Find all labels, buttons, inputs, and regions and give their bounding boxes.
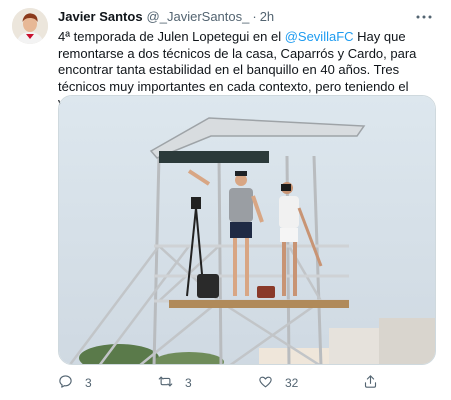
share-icon (363, 374, 378, 392)
retweet-count: 3 (185, 376, 192, 390)
author-handle[interactable]: @_JavierSantos_ (147, 8, 250, 26)
separator-dot: · (252, 9, 257, 24)
tweet-photo[interactable] (58, 95, 436, 365)
photo-tower-scene (59, 96, 435, 364)
retweet-button[interactable]: 3 (158, 374, 192, 392)
reply-icon (58, 374, 73, 392)
author-name[interactable]: Javier Santos (58, 8, 143, 26)
tweet-actions: 3 3 32 (58, 373, 388, 393)
avatar-image (12, 8, 48, 44)
reply-button[interactable]: 3 (58, 374, 92, 392)
tweet-text-before: 4ª temporada de Julen Lopetegui en el (58, 29, 285, 44)
timestamp[interactable]: 2h (260, 8, 274, 26)
avatar[interactable] (12, 8, 48, 44)
like-count: 32 (285, 376, 299, 390)
tweet[interactable]: Javier Santos @_JavierSantos_ · 2h 4ª te… (0, 0, 451, 400)
retweet-icon (158, 374, 173, 392)
like-button[interactable]: 32 (258, 374, 298, 392)
mention-link[interactable]: @SevillaFC (285, 29, 354, 44)
reply-count: 3 (85, 376, 92, 390)
tweet-header: Javier Santos @_JavierSantos_ · 2h (58, 8, 435, 26)
heart-icon (258, 374, 273, 392)
share-button[interactable] (363, 374, 378, 392)
more-dots-icon[interactable] (413, 8, 435, 26)
